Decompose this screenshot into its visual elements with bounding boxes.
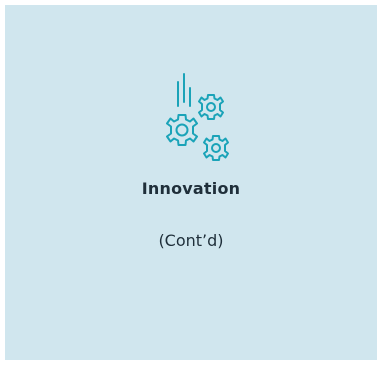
gears-icon bbox=[156, 72, 236, 167]
card-title: Innovation bbox=[141, 179, 241, 198]
innovation-card: Innovation (Cont’d) bbox=[5, 5, 377, 360]
card-subtitle: (Cont’d) bbox=[158, 231, 224, 250]
